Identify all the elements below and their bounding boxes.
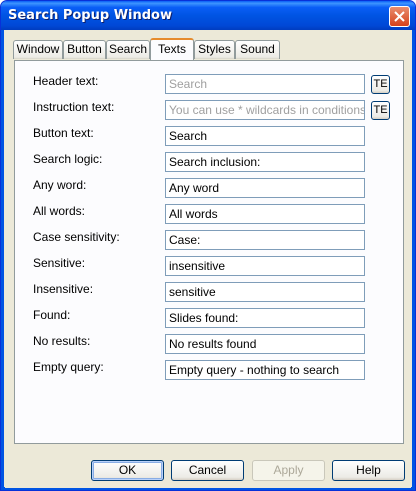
found-field[interactable]: Slides found: <box>165 308 365 328</box>
all-words-label: All words: <box>33 204 86 218</box>
instruction-text-te-button[interactable]: TE <box>371 101 390 120</box>
ok-button[interactable]: OK <box>91 460 164 481</box>
tab-texts[interactable]: Texts <box>150 38 194 60</box>
apply-button: Apply <box>252 460 325 481</box>
insensitive-field[interactable]: sensitive <box>165 282 365 302</box>
case-sensitivity-field[interactable]: Case: <box>165 230 365 250</box>
sensitive-field[interactable]: insensitive <box>165 256 365 276</box>
tab-button[interactable]: Button <box>63 40 106 59</box>
button-text-field[interactable]: Search <box>165 126 365 146</box>
header-text-field[interactable]: Search <box>165 74 365 94</box>
search-logic-field[interactable]: Search inclusion: <box>165 152 365 172</box>
button-text-label: Button text: <box>33 126 94 140</box>
header-text-label: Header text: <box>33 74 99 88</box>
any-word-field[interactable]: Any word <box>165 178 365 198</box>
insensitive-label: Insensitive: <box>33 282 94 296</box>
tab-styles[interactable]: Styles <box>194 40 235 59</box>
close-icon <box>394 11 405 22</box>
tab-window[interactable]: Window <box>13 40 63 59</box>
all-words-field[interactable]: All words <box>165 204 365 224</box>
title-bar[interactable]: Search Popup Window <box>1 1 415 30</box>
instruction-text-label: Instruction text: <box>33 100 115 114</box>
search-popup-dialog: Search Popup Window Window Button Search… <box>0 0 416 491</box>
case-sensitivity-label: Case sensitivity: <box>33 230 120 244</box>
texts-tab-panel: Header text: Search TE Instruction text:… <box>14 60 404 444</box>
empty-query-label: Empty query: <box>33 360 104 374</box>
header-text-te-button[interactable]: TE <box>371 75 390 94</box>
any-word-label: Any word: <box>33 178 87 192</box>
help-button[interactable]: Help <box>332 460 405 481</box>
tab-sound[interactable]: Sound <box>235 40 280 59</box>
window-title: Search Popup Window <box>8 8 172 23</box>
no-results-field[interactable]: No results found <box>165 334 365 354</box>
no-results-label: No results: <box>33 334 91 348</box>
dialog-client-area: Window Button Search Texts Styles Sound … <box>5 30 411 488</box>
tab-search[interactable]: Search <box>106 40 150 59</box>
found-label: Found: <box>33 308 71 322</box>
instruction-text-field[interactable]: You can use * wildcards in conditions an <box>165 100 365 120</box>
close-button[interactable] <box>389 6 410 27</box>
sensitive-label: Sensitive: <box>33 256 86 270</box>
empty-query-field[interactable]: Empty query - nothing to search <box>165 360 365 380</box>
cancel-button[interactable]: Cancel <box>171 460 244 481</box>
search-logic-label: Search logic: <box>33 152 103 166</box>
